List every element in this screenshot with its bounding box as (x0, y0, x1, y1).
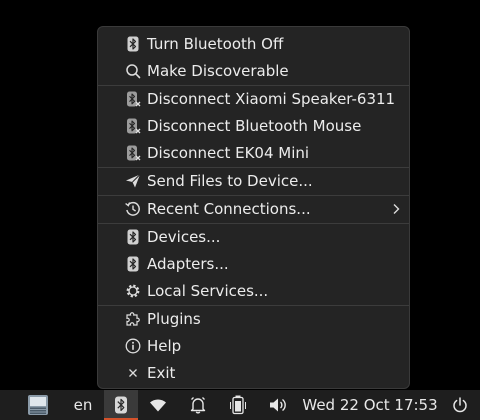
menu-item-label: Send Files to Device... (147, 171, 313, 190)
bluetooth-disconnect-icon (127, 118, 141, 133)
send-icon (126, 173, 141, 187)
info-icon (125, 338, 141, 353)
gear-icon (126, 284, 140, 297)
menu-item-label: Exit (147, 363, 176, 382)
bluetooth-disconnect-icon (127, 145, 141, 160)
menu-item-local-services[interactable]: Local Services... (98, 277, 409, 304)
bluetooth-context-menu: Turn Bluetooth Off Make Discoverable Dis… (97, 26, 410, 389)
menu-item-label: Help (147, 336, 182, 355)
menu-item-disconnect-ek04-mini[interactable]: Disconnect EK04 Mini (98, 139, 409, 166)
keyboard-layout-indicator[interactable]: en (70, 390, 96, 420)
volume-icon (270, 398, 286, 412)
notification-bell-icon (190, 397, 206, 414)
menu-item-plugins[interactable]: Plugins (98, 305, 409, 332)
power-icon (453, 397, 467, 413)
menu-item-devices[interactable]: Devices... (98, 223, 409, 250)
menu-item-label: Disconnect EK04 Mini (147, 143, 310, 162)
menu-item-label: Disconnect Bluetooth Mouse (147, 116, 362, 135)
clock[interactable]: Wed 22 Oct 17:53 (302, 390, 437, 420)
menu-item-make-discoverable[interactable]: Make Discoverable (98, 57, 409, 84)
menu-item-turn-bluetooth-off[interactable]: Turn Bluetooth Off (98, 30, 409, 57)
bluetooth-icon (127, 256, 139, 271)
volume-tray-button[interactable] (266, 390, 290, 420)
menu-item-send-files[interactable]: Send Files to Device... (98, 167, 409, 194)
menu-item-label: Plugins (147, 309, 201, 328)
menu-item-disconnect-bluetooth-mouse[interactable]: Disconnect Bluetooth Mouse (98, 112, 409, 139)
bluetooth-tray-button[interactable] (104, 390, 138, 420)
menu-item-label: Adapters... (147, 254, 229, 273)
battery-icon (230, 395, 246, 415)
menu-item-help[interactable]: Help (98, 332, 409, 359)
wifi-icon (150, 399, 166, 412)
history-icon (125, 201, 140, 216)
menu-item-label: Make Discoverable (147, 61, 289, 80)
menu-item-label: Disconnect Xiaomi Speaker-6311 (147, 89, 396, 108)
menu-item-disconnect-xiaomi-speaker[interactable]: Disconnect Xiaomi Speaker-6311 (98, 85, 409, 112)
menu-item-recent-connections[interactable]: Recent Connections... (98, 195, 409, 222)
close-icon (129, 368, 137, 377)
bluetooth-disconnect-icon (127, 91, 141, 106)
menu-item-label: Local Services... (147, 281, 269, 300)
search-icon (126, 63, 141, 78)
app-launcher-icon (28, 395, 48, 415)
menu-item-adapters[interactable]: Adapters... (98, 250, 409, 277)
app-launcher-button[interactable] (24, 390, 52, 420)
bluetooth-icon (127, 229, 139, 244)
power-button[interactable] (448, 390, 472, 420)
chevron-right-icon (393, 203, 400, 214)
menu-item-label: Recent Connections... (147, 199, 311, 218)
bluetooth-icon (127, 36, 139, 51)
menu-item-label: Devices... (147, 227, 221, 246)
notifications-tray-button[interactable] (186, 390, 210, 420)
puzzle-icon (126, 311, 140, 326)
battery-tray-button[interactable] (226, 390, 250, 420)
menu-item-label: Turn Bluetooth Off (147, 34, 284, 53)
bluetooth-icon (115, 396, 127, 414)
network-tray-button[interactable] (146, 390, 170, 420)
menu-item-exit[interactable]: Exit (98, 359, 409, 386)
taskbar-panel: en Wed 22 Oct 17:53 (0, 390, 480, 420)
